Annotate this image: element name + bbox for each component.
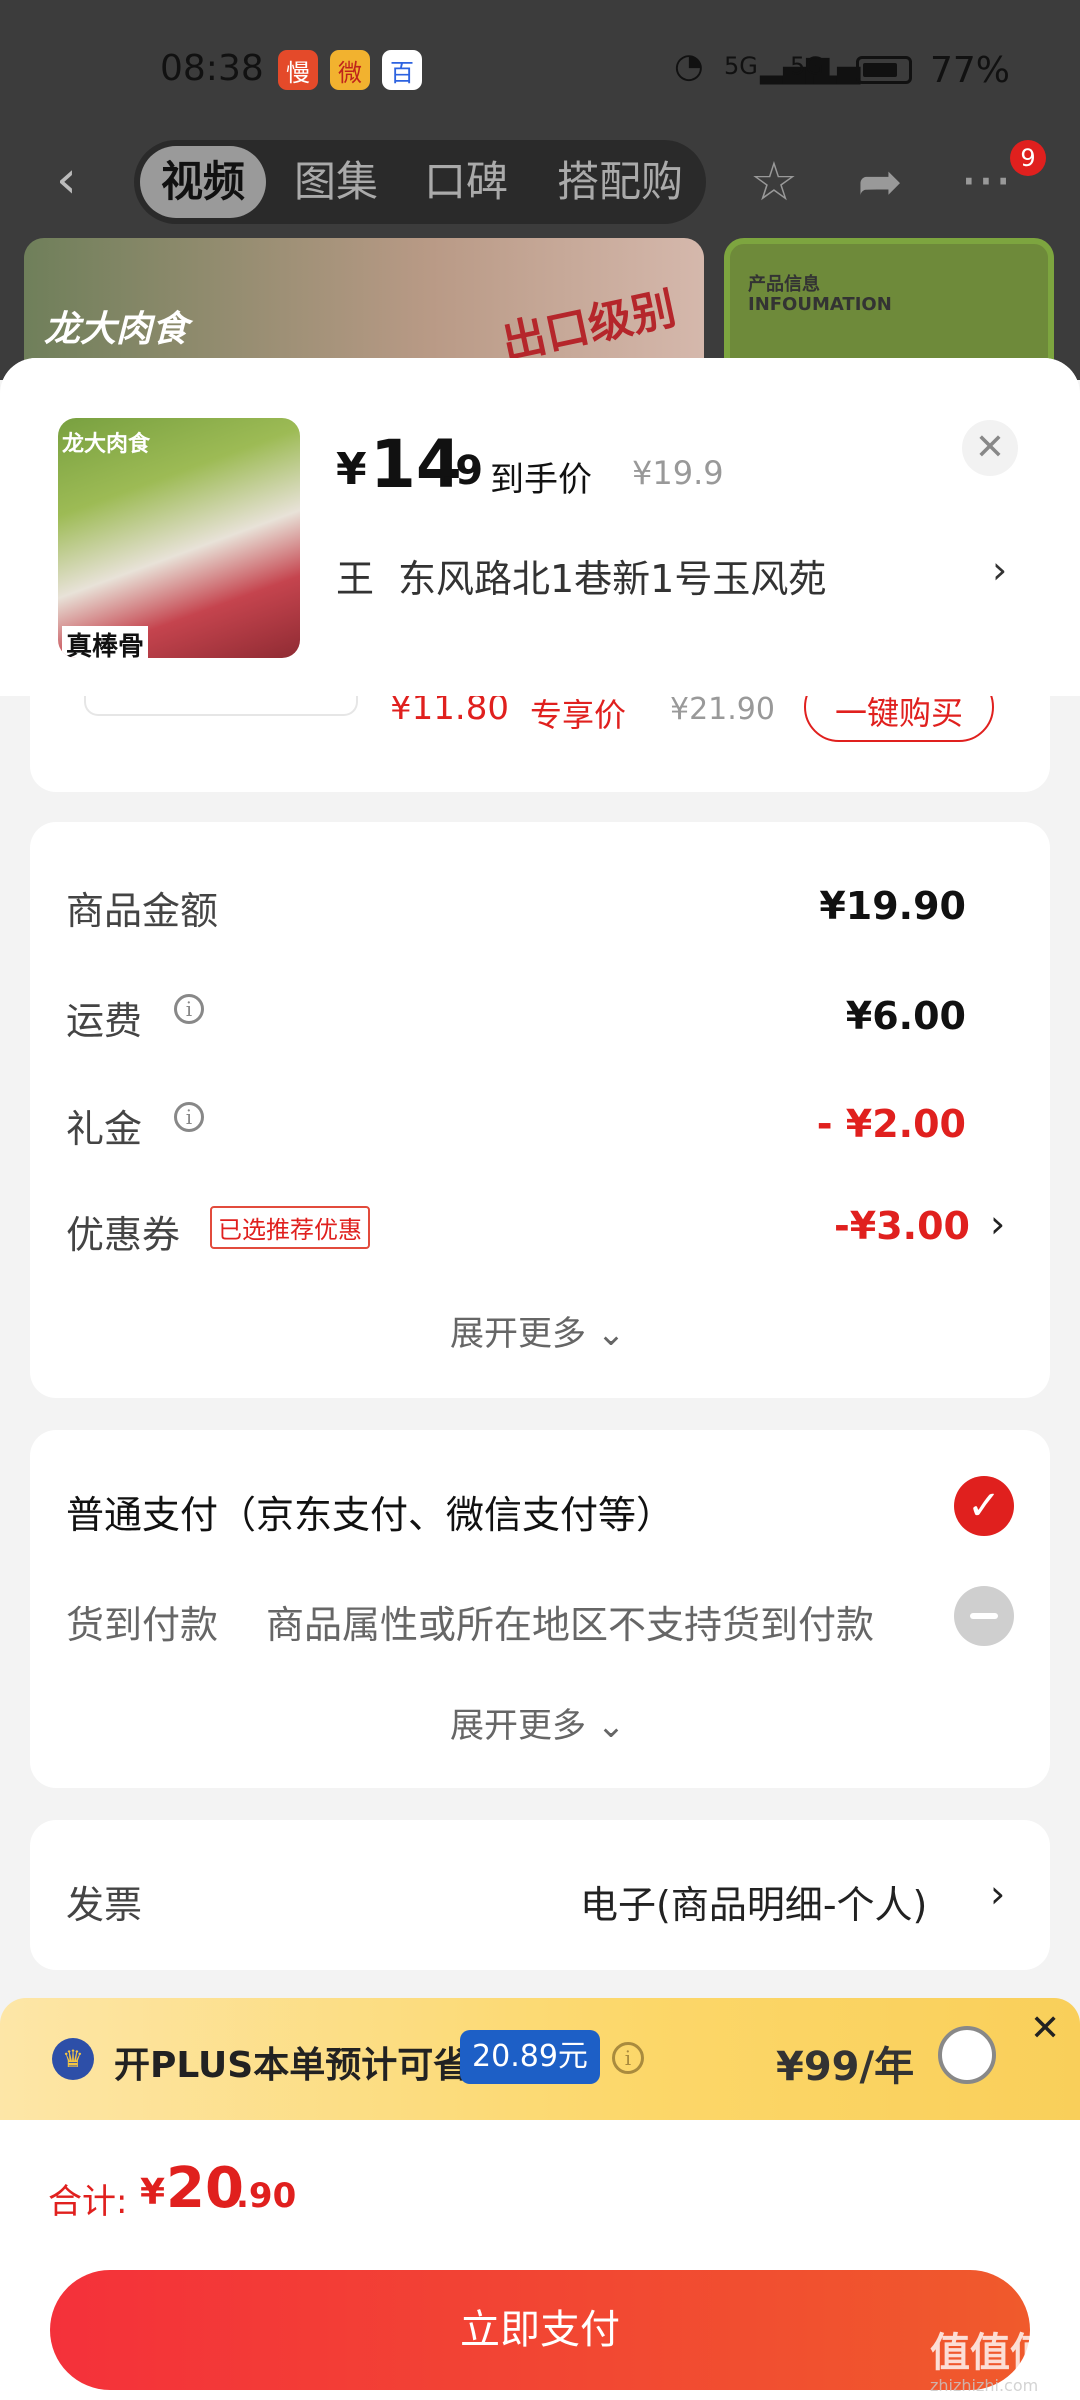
normal-payment-label[interactable]: 普通支付（京东支付、微信支付等） xyxy=(66,1484,674,1539)
baidu-icon: 百 xyxy=(382,50,422,90)
gift-money-label: 礼金 xyxy=(66,1107,143,1151)
battery-level: 77% xyxy=(930,50,1011,91)
original-price: ¥19.9 xyxy=(632,454,724,492)
total-currency: ¥ xyxy=(140,2172,166,2213)
gift-money-value: - ¥2.00 xyxy=(816,1102,966,1146)
more-icon[interactable]: ··· xyxy=(954,150,1018,214)
signal-1-icon: 5G xyxy=(724,52,758,80)
tab-reviews[interactable]: 口碑 xyxy=(406,140,526,224)
invoice-chevron-icon[interactable]: › xyxy=(990,1872,1005,1916)
watermark-logo: 值值值 xyxy=(930,2330,1050,2376)
info-image-subtitle: INFOUMATION xyxy=(748,294,892,315)
watermark-url: zhizhizhi.com xyxy=(930,2376,1039,2395)
coupon-label: 优惠券 xyxy=(66,1213,181,1257)
battery-icon xyxy=(856,56,912,84)
total-integer: 20 xyxy=(166,2156,244,2221)
cod-unsupported-note: 商品属性或所在地区不支持货到付款 xyxy=(266,1603,875,1647)
plus-crown-icon: ♛ xyxy=(52,2038,94,2080)
wifi-icon: ◔ xyxy=(674,46,704,86)
total-decimal: .90 xyxy=(236,2176,297,2216)
plus-info-icon[interactable]: i xyxy=(612,2042,644,2074)
info-image-title: 产品信息 xyxy=(748,274,820,295)
recommend-original-price: ¥21.90 xyxy=(670,692,775,727)
plus-select-radio[interactable] xyxy=(938,2026,996,2084)
final-price-label: 到手价 xyxy=(490,460,592,500)
weibo-icon: 微 xyxy=(330,50,370,90)
tab-gallery[interactable]: 图集 xyxy=(276,140,396,224)
normal-payment-checked-icon[interactable]: ✓ xyxy=(954,1476,1014,1536)
goods-amount-value: ¥19.90 xyxy=(819,884,966,928)
invoice-value[interactable]: 电子(商品明细-个人) xyxy=(580,1874,927,1929)
signal-bars-2-icon: ▂▄ xyxy=(814,50,861,85)
recommend-price-label: 专享价 xyxy=(530,696,627,734)
summary-expand-more[interactable]: 展开更多 ⌄ xyxy=(450,1306,625,1355)
back-button[interactable]: ‹ xyxy=(56,150,96,210)
thumbnail-brand: 龙大肉食 xyxy=(62,432,151,457)
address-chevron-icon[interactable]: › xyxy=(992,548,1007,592)
freight-label: 运费 xyxy=(66,999,143,1043)
message-badge: 9 xyxy=(1010,140,1046,176)
payment-expand-more[interactable]: 展开更多 ⌄ xyxy=(450,1698,625,1747)
gift-info-icon[interactable]: i xyxy=(174,1102,204,1132)
tab-bundle[interactable]: 搭配购 xyxy=(540,140,700,224)
delivery-address[interactable]: 东风路北1巷新1号玉风苑 xyxy=(398,548,826,603)
banner-brand-text: 龙大肉食 xyxy=(44,309,189,350)
coupon-recommended-tag: 已选推荐优惠 xyxy=(210,1206,370,1249)
coupon-chevron-icon[interactable]: › xyxy=(990,1202,1005,1246)
cod-disabled-icon xyxy=(954,1586,1014,1646)
freight-value: ¥6.00 xyxy=(845,994,966,1038)
app-notification-icon: 慢 xyxy=(278,50,318,90)
plus-savings-text: 开PLUS本单预计可省 xyxy=(114,2045,470,2086)
pay-now-button[interactable]: 立即支付 xyxy=(50,2270,1030,2390)
plus-price: ¥99/年 xyxy=(776,2044,915,2090)
total-label: 合计: xyxy=(48,2182,128,2222)
status-bar: 08:38 慢 微 百 ◔ 5G ▂▄▆ 5G ▂▄ 77% xyxy=(0,0,1080,140)
goods-amount-label: 商品金额 xyxy=(66,889,219,933)
thumbnail-tag: 真棒骨 xyxy=(62,626,149,658)
share-icon[interactable]: ➦ xyxy=(848,150,912,214)
plus-close-icon[interactable]: ✕ xyxy=(1030,2008,1060,2049)
favorite-star-icon[interactable]: ☆ xyxy=(742,150,806,214)
price-decimal: .9 xyxy=(440,448,484,494)
price-currency: ¥ xyxy=(336,444,367,495)
status-time: 08:38 xyxy=(160,48,264,89)
cod-payment-label: 货到付款 xyxy=(66,1603,219,1647)
invoice-label: 发票 xyxy=(66,1883,143,1927)
recipient-name[interactable]: 王 xyxy=(336,548,374,603)
freight-info-icon[interactable]: i xyxy=(174,994,204,1024)
product-thumbnail: 龙大肉食 真棒骨 xyxy=(58,418,300,658)
coupon-value[interactable]: -¥3.00 xyxy=(740,1204,970,1248)
plus-savings-amount: 20.89元 xyxy=(460,2030,600,2084)
tab-video[interactable]: 视频 xyxy=(140,146,266,218)
close-sheet-button[interactable]: ✕ xyxy=(962,420,1018,476)
